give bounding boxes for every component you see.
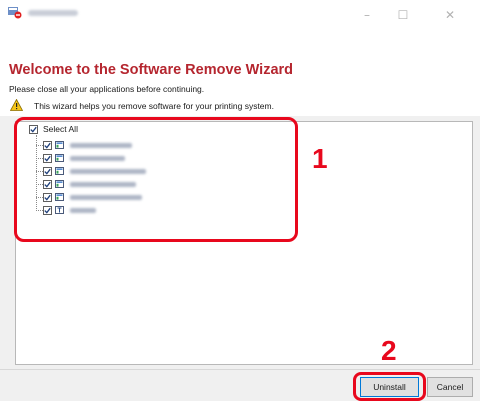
- callout-number-1: 1: [312, 143, 328, 174]
- maximize-button[interactable]: ☐: [390, 6, 416, 24]
- warning-icon: [10, 99, 23, 111]
- app-icon: [8, 7, 22, 19]
- wizard-window: – ☐ ✕ Welcome to the Software Remove Wiz…: [0, 0, 480, 401]
- title-bar: – ☐ ✕: [0, 0, 480, 38]
- callout-number-2: 2: [381, 335, 397, 366]
- uninstall-button[interactable]: Uninstall: [360, 377, 419, 397]
- window-title-blurred: [28, 10, 78, 16]
- wizard-description: This wizard helps you remove software fo…: [34, 101, 274, 111]
- callout-highlight-1: [14, 117, 298, 242]
- footer-divider: [0, 369, 480, 370]
- minimize-button[interactable]: –: [354, 6, 380, 24]
- page-title: Welcome to the Software Remove Wizard: [9, 62, 294, 78]
- close-button[interactable]: ✕: [437, 6, 463, 24]
- page-subtitle: Please close all your applications befor…: [9, 84, 205, 94]
- cancel-button[interactable]: Cancel: [427, 377, 473, 397]
